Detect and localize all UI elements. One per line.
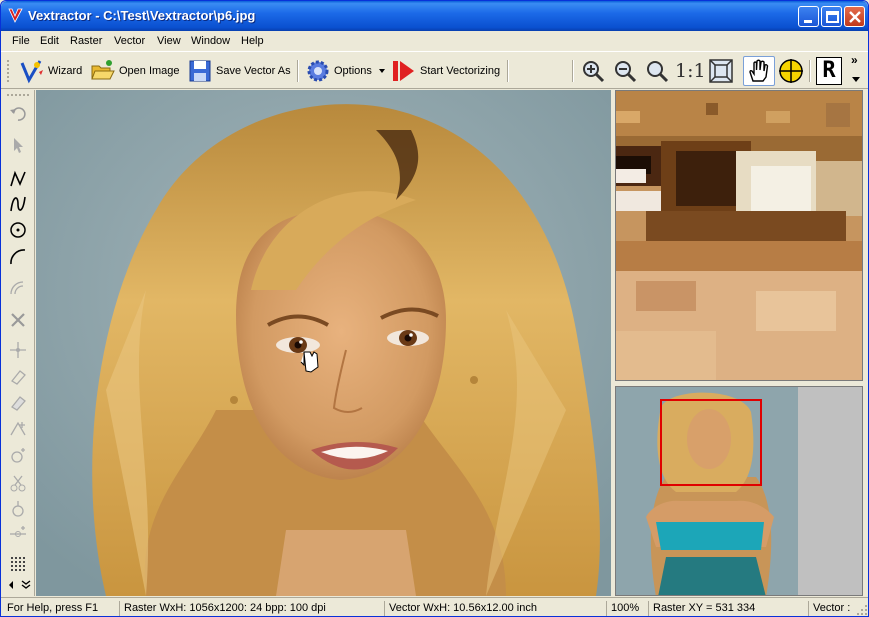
maximize-icon <box>826 11 839 23</box>
portrait-image <box>36 90 611 596</box>
wizard-button[interactable]: Wizard <box>19 58 82 84</box>
folder-open-icon <box>91 60 115 80</box>
toolbar-separator <box>572 60 574 82</box>
raster-image-view[interactable] <box>36 90 611 596</box>
main-toolbar: Wizard Open Image Save Vector As Options… <box>1 51 868 89</box>
circle-tool-icon[interactable] <box>9 221 27 239</box>
title-bar[interactable]: Vextractor - C:\Test\Vextractor\p6.jpg <box>1 1 868 31</box>
maximize-button[interactable] <box>821 6 842 27</box>
play-icon <box>393 61 414 81</box>
menu-bar: File Edit Raster Vector View Window Help <box>1 31 868 51</box>
menu-raster[interactable]: Raster <box>70 35 102 47</box>
save-vector-button[interactable]: Save Vector As <box>187 58 291 84</box>
menu-help[interactable]: Help <box>241 35 264 47</box>
add-node-icon[interactable] <box>9 420 27 438</box>
fit-window-icon[interactable] <box>708 58 734 84</box>
chevron-down-icon[interactable] <box>377 66 387 76</box>
zoom-out-icon[interactable] <box>612 58 638 84</box>
status-raster-size: Raster WxH: 1056x1200: 24 bpp: 100 dpi <box>119 601 384 616</box>
split-icon[interactable] <box>9 525 27 543</box>
close-icon <box>849 11 861 23</box>
open-image-button[interactable]: Open Image <box>90 58 180 84</box>
menu-view[interactable]: View <box>157 35 181 47</box>
pixelated-zoom-image <box>616 91 862 380</box>
status-bar: For Help, press F1 Raster WxH: 1056x1200… <box>1 597 868 616</box>
start-vectorizing-label: Start Vectorizing <box>420 65 501 77</box>
navigator-view[interactable] <box>615 386 863 596</box>
navigator-thumbnail <box>616 387 862 595</box>
menu-edit[interactable]: Edit <box>40 35 59 47</box>
minimize-button[interactable] <box>798 6 819 27</box>
move-nodes-icon[interactable] <box>9 341 27 359</box>
grid-icon[interactable] <box>9 555 27 573</box>
resize-grip-icon[interactable] <box>856 604 868 616</box>
status-help: For Help, press F1 <box>7 602 99 614</box>
status-vector-size: Vector WxH: 10.56x12.00 inch <box>384 601 606 616</box>
window-title: Vextractor - C:\Test\Vextractor\p6.jpg <box>28 8 256 23</box>
select-arrow-icon[interactable] <box>9 136 27 154</box>
join-icon[interactable] <box>9 500 27 518</box>
scroll-down-icon[interactable] <box>21 580 31 590</box>
toolbar-separator <box>809 60 811 82</box>
hand-icon <box>749 59 769 82</box>
crosshair-icon[interactable] <box>778 58 804 84</box>
actual-size-button[interactable]: 1:1 <box>675 60 706 82</box>
smooth-icon[interactable] <box>9 394 27 412</box>
tool-palette <box>1 90 35 596</box>
gear-icon <box>307 60 329 82</box>
menu-file[interactable]: File <box>12 35 30 47</box>
menu-vector[interactable]: Vector <box>114 35 145 47</box>
delete-icon[interactable] <box>9 311 27 329</box>
undo-icon[interactable] <box>9 105 27 123</box>
toolbar-separator <box>297 60 299 82</box>
palette-grip[interactable] <box>6 93 30 97</box>
wizard-icon <box>20 60 43 84</box>
open-image-label: Open Image <box>119 65 180 77</box>
wizard-label: Wizard <box>48 65 83 77</box>
status-vector-xy: Vector : <box>808 601 858 616</box>
floppy-disk-icon <box>189 60 211 82</box>
offset-curves-icon[interactable] <box>9 278 27 296</box>
chevron-down-icon[interactable] <box>852 77 860 83</box>
zoom-loupe-view[interactable] <box>615 90 863 381</box>
toolbar-grip[interactable] <box>6 59 10 83</box>
scroll-left-icon[interactable] <box>7 580 15 590</box>
save-vector-label: Save Vector As <box>216 65 291 77</box>
zoom-in-icon[interactable] <box>580 58 606 84</box>
hand-tool-button[interactable] <box>743 56 775 86</box>
cut-icon[interactable] <box>9 474 27 492</box>
close-button[interactable] <box>844 6 865 27</box>
rotate-node-icon[interactable] <box>9 447 27 465</box>
options-button[interactable]: Options <box>305 58 387 84</box>
status-zoom: 100% <box>606 601 648 616</box>
magnifier-icon[interactable] <box>644 58 670 84</box>
app-logo-icon <box>8 8 23 23</box>
arc-tool-icon[interactable] <box>9 247 27 265</box>
bezier-icon[interactable] <box>9 195 27 213</box>
app-window: Vextractor - C:\Test\Vextractor\p6.jpg F… <box>0 0 869 617</box>
eraser-icon[interactable] <box>9 368 27 386</box>
polyline-icon[interactable] <box>9 170 27 188</box>
minimize-icon <box>804 20 812 23</box>
options-label: Options <box>334 65 372 77</box>
status-raster-xy: Raster XY = 531 334 <box>648 601 808 616</box>
toolbar-separator <box>507 60 509 82</box>
start-vectorizing-button[interactable]: Start Vectorizing <box>391 58 500 84</box>
raster-mode-button[interactable]: R <box>816 57 842 85</box>
toolbar-overflow-button[interactable]: » <box>851 53 858 67</box>
menu-window[interactable]: Window <box>191 35 230 47</box>
